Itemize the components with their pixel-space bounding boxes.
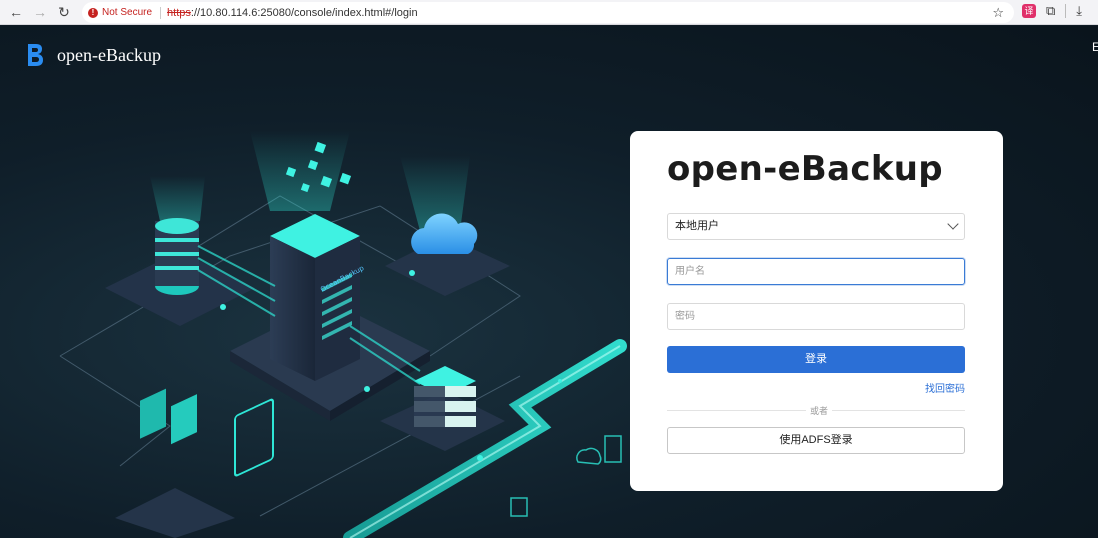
password-placeholder: 密码 bbox=[675, 311, 695, 322]
language-switch[interactable]: E bbox=[1092, 40, 1098, 54]
security-indicator[interactable]: ! Not Secure bbox=[88, 7, 152, 18]
download-icon[interactable]: ⤓ bbox=[1076, 3, 1082, 19]
datacenter-illustration: OceanBackup bbox=[59, 131, 627, 538]
address-bar[interactable]: ! Not Secure https://10.80.114.6:25080/c… bbox=[82, 2, 1014, 23]
back-icon[interactable]: ← bbox=[5, 1, 27, 23]
url-scheme: https bbox=[167, 6, 191, 19]
brand-name: open-eBackup bbox=[57, 44, 161, 65]
adfs-login-button[interactable]: 使用ADFS登录 bbox=[667, 427, 965, 454]
extension-icon[interactable]: 译 bbox=[1022, 4, 1036, 18]
username-input[interactable]: 用户名 bbox=[667, 258, 965, 285]
brand-logo-icon bbox=[28, 44, 43, 66]
user-type-value: 本地用户 bbox=[675, 220, 719, 232]
browser-toolbar: ← → ↻ ! Not Secure https://10.80.114.6:2… bbox=[0, 0, 1098, 25]
login-button[interactable]: 登录 bbox=[667, 346, 965, 373]
or-label: 或者 bbox=[806, 404, 833, 417]
login-card: open-eBackup 本地用户 用户名 密码 登录 找回密码 或者 使用AD… bbox=[630, 131, 1003, 491]
reload-icon[interactable]: ↻ bbox=[53, 1, 75, 23]
user-type-select[interactable]: 本地用户 bbox=[667, 213, 965, 240]
forgot-password-link[interactable]: 找回密码 bbox=[925, 380, 965, 395]
login-page: OceanBackup open-eBackup E open-eBackup … bbox=[0, 26, 1098, 538]
url-separator bbox=[160, 6, 162, 19]
security-label: Not Secure bbox=[102, 7, 153, 18]
forward-icon[interactable]: → bbox=[29, 1, 51, 23]
bookmark-star-icon[interactable]: ☆ bbox=[992, 5, 1004, 21]
warning-icon: ! bbox=[88, 7, 98, 18]
username-placeholder: 用户名 bbox=[675, 266, 705, 277]
browser-actions: 译 ⧉ ⤓ bbox=[1022, 3, 1082, 19]
login-title: open-eBackup bbox=[667, 149, 943, 189]
url-text: ://10.80.114.6:25080/console/index.html#… bbox=[190, 6, 418, 19]
chevron-down-icon bbox=[947, 218, 959, 230]
brand-header: open-eBackup bbox=[26, 43, 161, 67]
password-input[interactable]: 密码 bbox=[667, 303, 965, 330]
puzzle-icon[interactable]: ⧉ bbox=[1046, 3, 1055, 19]
toolbar-divider bbox=[1065, 4, 1067, 18]
